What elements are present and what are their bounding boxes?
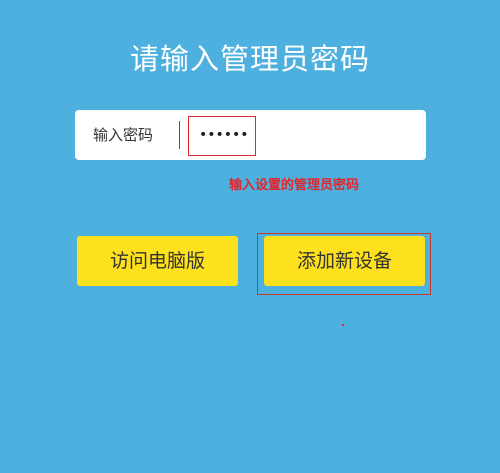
password-input[interactable] [191, 117, 379, 153]
annotation-dot [342, 324, 344, 326]
password-label: 输入密码 [93, 126, 154, 144]
password-hint: 输入设置的管理员密码 [229, 178, 360, 193]
add-new-device-button[interactable]: 添加新设备 [264, 236, 425, 286]
password-field[interactable]: 输入密码 [75, 110, 426, 160]
visit-pc-version-button[interactable]: 访问电脑版 [77, 236, 238, 286]
field-divider [179, 121, 180, 149]
page-title: 请输入管理员密码 [129, 42, 370, 76]
